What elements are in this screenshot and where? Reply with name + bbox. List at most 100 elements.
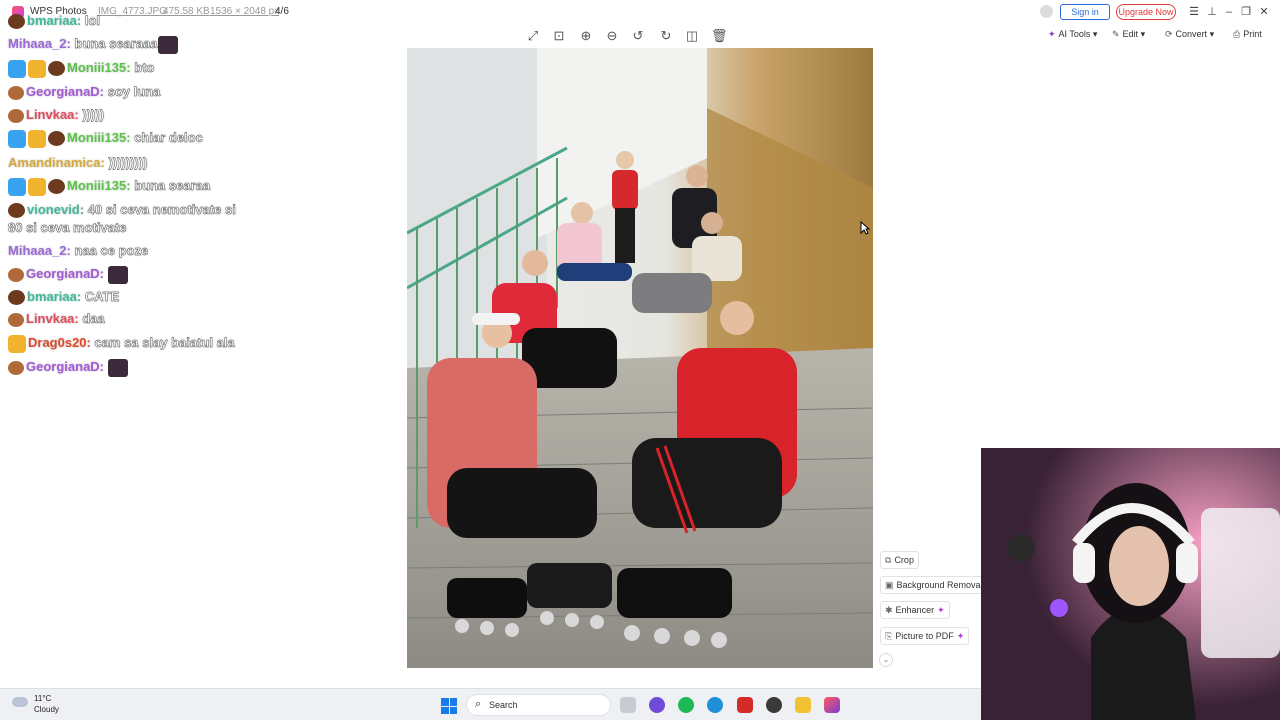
edge-icon[interactable] [707,697,723,713]
chat-username[interactable]: Mihaaa_2: [8,243,71,258]
chat-text: ))))))))) [108,155,148,170]
pdf-icon: ⎘ [885,631,893,641]
chat-message: GeorgianaD: [8,265,128,284]
weather-temperature[interactable]: 11°C [34,694,51,703]
chat-username[interactable]: Moniii135: [67,178,131,193]
badge-cup-icon [8,108,24,123]
minimize-icon[interactable]: – [1222,4,1236,20]
chat-username[interactable]: Mihaaa_2: [8,36,71,51]
convert-icon: ⟳ [1165,29,1173,39]
file-name: IMG_4773.JPG [98,6,167,17]
wps-photos-taskbar-icon[interactable] [824,697,840,713]
chat-message: Moniii135: bto [8,59,155,78]
chat-username[interactable]: bmariaa: [27,13,81,28]
picture-to-pdf-button[interactable]: ⎘ Picture to PDF ✦ [880,627,970,645]
crop-button[interactable]: ⧉ Crop [880,551,919,569]
chat-text: CATE [84,289,120,304]
image-position: 4/6 [275,6,289,17]
badge-gold-icon [28,59,46,78]
title-bar: WPS Photos IMG_4773.JPG 475.58 KB 1536 ×… [0,0,1280,24]
chat-text: bto [134,60,155,75]
webcam-overlay [981,448,1280,720]
zoom-in-icon[interactable]: ⊕ [578,28,594,44]
account-avatar[interactable] [1040,5,1053,18]
maximize-icon[interactable]: ❐ [1239,4,1253,20]
spotify-icon[interactable] [678,697,694,713]
image-dimensions: 1536 × 2048 px [210,6,280,17]
task-view-icon[interactable] [620,697,636,713]
weather-condition[interactable]: Cloudy [34,705,59,714]
edit-menu[interactable]: ✎ Edit ▾ [1112,29,1145,40]
cloud-icon[interactable] [12,697,28,707]
app-window: WPS Photos IMG_4773.JPG 475.58 KB 1536 ×… [0,0,1280,720]
badge-bean-icon [48,131,65,147]
premium-plus-icon: ✦ [956,631,965,641]
chat-text: naa ce poze [74,243,149,258]
delete-icon[interactable]: 🗑 [711,28,728,44]
convert-label: Convert [1175,29,1208,39]
chat-message: vionevid: 40 si ceva nemotivate si [8,201,236,219]
upgrade-now-button[interactable]: Upgrade Now [1116,4,1176,20]
menu-icon[interactable]: ☰ [1187,4,1201,20]
chat-username[interactable]: vionevid: [27,202,84,217]
chat-username[interactable]: Moniii135: [67,130,131,145]
badge-blue-icon [8,129,26,148]
chat-text: 80 si ceva motivate [8,220,127,235]
fullscreen-icon[interactable]: ⤢ [525,28,541,44]
chat-username[interactable]: Moniii135: [67,60,131,75]
convert-menu[interactable]: ⟳ Convert ▾ [1165,29,1214,40]
print-label: Print [1243,29,1262,39]
chat-text: buna searaa [134,178,211,193]
badge-cup-icon [8,267,24,282]
chat-message: 80 si ceva motivate [8,219,127,237]
chat-username[interactable]: GeorgianaD: [26,84,104,99]
badge-gold-icon [28,177,46,196]
taskbar: 11°C Cloudy ⌕ Search [0,688,981,720]
photo-canvas[interactable] [407,48,873,668]
chat-emote-icon [157,35,178,54]
chat-text: 40 si ceva nemotivate si [87,202,237,217]
ai-tools-label: AI Tools [1058,29,1091,39]
windows-start-icon[interactable] [441,698,457,714]
pin-icon[interactable]: ⊥ [1205,4,1219,20]
chat-emote-icon [107,358,128,377]
zoom-out-icon[interactable]: ⊖ [604,28,620,44]
premium-plus-icon: ✦ [937,605,945,615]
search-icon: ⌕ [475,698,482,710]
badge-bean-icon [8,14,25,30]
chat-text: lol [84,13,101,28]
badge-blue-icon [8,59,26,78]
chat-username[interactable]: Linvkaa: [26,311,79,326]
red-app-icon[interactable] [737,697,753,713]
chat-message: bmariaa: lol [8,12,100,30]
ai-tools-menu[interactable]: ✦ AI Tools ▾ [1048,29,1097,40]
rotate-left-icon[interactable]: ↺ [630,28,646,44]
chat-username[interactable]: Amandinamica: [8,155,105,170]
file-explorer-icon[interactable] [795,697,811,713]
obs-icon[interactable] [766,697,782,713]
chat-username[interactable]: Linvkaa: [26,107,79,122]
streamer-webcam-image [981,448,1280,720]
background-removal-button[interactable]: ▣ Background Removal [880,576,988,594]
chat-message: Linvkaa: daa [8,310,105,328]
enhancer-label: Enhancer [895,605,935,615]
rotate-right-icon[interactable]: ↻ [658,28,674,44]
discord-icon[interactable] [649,697,665,713]
chat-username[interactable]: GeorgianaD: [26,359,104,374]
enhancer-button[interactable]: ✱ Enhancer ✦ [880,601,950,619]
badge-cup-icon [8,312,24,327]
enhancer-icon: ✱ [885,605,893,615]
flip-icon[interactable]: ◫ [684,28,700,44]
chat-username[interactable]: GeorgianaD: [26,266,104,281]
chat-username[interactable]: bmariaa: [27,289,81,304]
chat-message: GeorgianaD: soy luna [8,83,161,101]
edit-label: Edit [1122,29,1139,39]
taskbar-search[interactable]: ⌕ Search [466,694,611,716]
print-button[interactable]: ⎙ Print [1233,29,1262,40]
chat-username[interactable]: Drag0s20: [28,335,91,350]
fit-window-icon[interactable]: ⊡ [551,28,567,44]
sign-in-button[interactable]: Sign in [1060,4,1110,20]
chat-emote-icon [107,265,128,284]
close-icon[interactable]: ✕ [1257,4,1271,20]
chevron-down-icon[interactable]: ⌄ [879,653,893,667]
